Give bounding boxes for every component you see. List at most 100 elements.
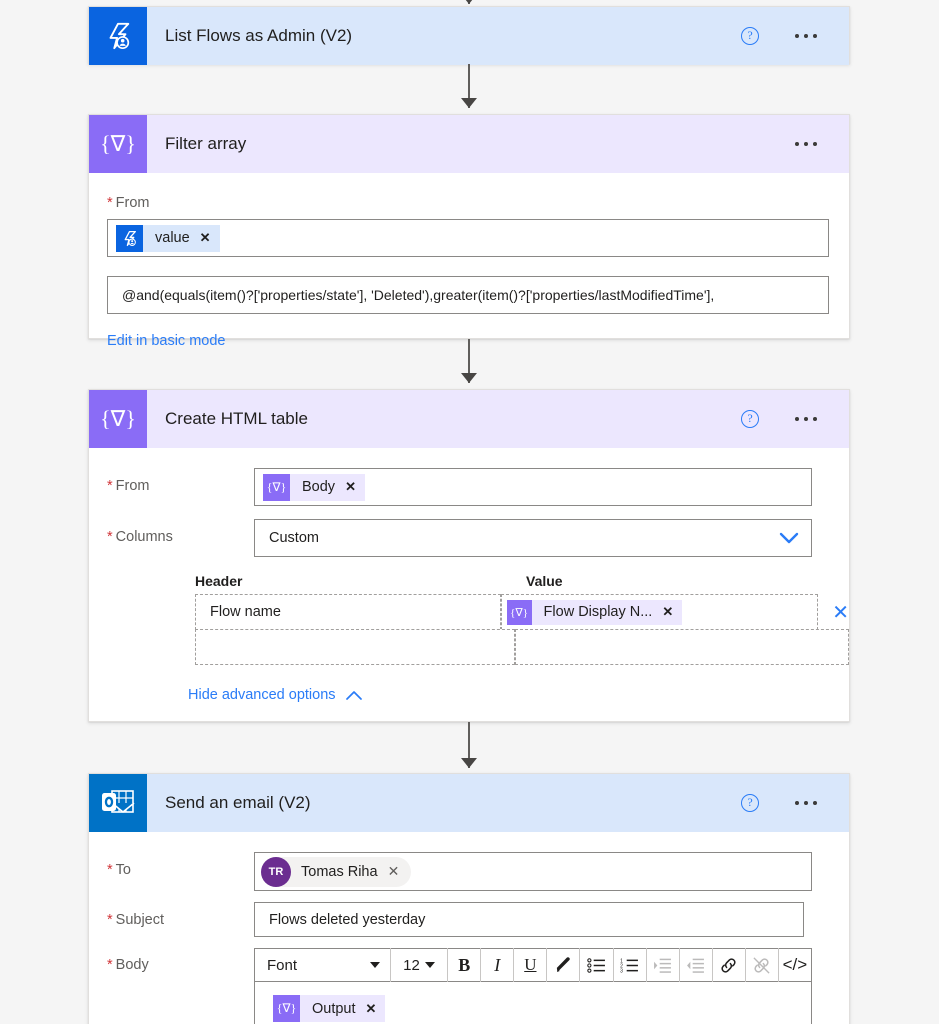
more-options-icon[interactable] [795, 142, 817, 146]
card-body: * From value ✕ @and(equals(item()?['prop… [89, 173, 849, 350]
card-title: List Flows as Admin (V2) [165, 26, 353, 45]
power-automate-admin-icon [116, 224, 143, 252]
body-rich-text-editor[interactable]: Font 12 B I U 1 2 3 </> {∇} Output ✕ [254, 948, 812, 1024]
to-field-label: * To [107, 862, 131, 878]
token-label: Output [312, 1000, 356, 1017]
subject-field-label: * Subject [107, 912, 165, 928]
more-options-icon[interactable] [795, 801, 817, 805]
required-asterisk: * [107, 862, 113, 878]
token-label: Body [302, 479, 336, 495]
card-header[interactable]: Send an email (V2) ? [89, 774, 849, 832]
connector-arrow-1 [461, 64, 477, 108]
card-title: Create HTML table [165, 409, 308, 428]
header-column-label: Header [195, 573, 243, 589]
font-family-dropdown[interactable]: Font [255, 948, 390, 982]
rich-text-toolbar: Font 12 B I U 1 2 3 </> [254, 948, 812, 982]
recipient-name: Tomas Riha [301, 863, 378, 880]
card-header-actions: ? [741, 7, 849, 65]
required-asterisk: * [107, 912, 113, 928]
token-label: value [155, 230, 190, 246]
header-cell-input[interactable] [195, 629, 516, 665]
flow-designer-canvas: List Flows as Admin (V2) ? {∇} Filter ar… [0, 0, 939, 1024]
to-input[interactable]: TR Tomas Riha ✕ [254, 852, 812, 891]
step-card-create-html-table[interactable]: {∇} Create HTML table ? * From {∇} Body … [88, 389, 850, 722]
bulleted-list-icon[interactable] [580, 948, 612, 982]
value-cell-input[interactable]: {∇} Flow Display N... ✕ [500, 594, 819, 630]
step-card-filter-array[interactable]: {∇} Filter array * From value ✕ @and(equ… [88, 114, 850, 349]
columns-grid-labels: Header Value [195, 573, 849, 589]
token-flow-display-name[interactable]: {∇} Flow Display N... ✕ [506, 599, 683, 626]
delete-column-row-icon[interactable]: ✕ [832, 600, 849, 625]
subject-value: Flows deleted yesterday [269, 911, 426, 928]
columns-grid-row-empty [195, 629, 849, 665]
filter-expression-input[interactable]: @and(equals(item()?['properties/state'],… [107, 276, 829, 314]
columns-grid-row: Flow name {∇} Flow Display N... ✕ ✕ [195, 594, 849, 630]
required-asterisk: * [107, 195, 113, 211]
header-cell-text: Flow name [210, 604, 281, 620]
outlook-icon [89, 774, 147, 832]
chevron-down-icon[interactable] [767, 532, 811, 544]
chevron-down-icon [369, 962, 380, 968]
card-header[interactable]: {∇} Filter array [89, 115, 849, 173]
underline-button[interactable]: U [514, 948, 546, 982]
remove-token-icon[interactable]: ✕ [662, 604, 673, 620]
columns-field-label: * Columns [107, 529, 173, 545]
card-header-actions: ? [741, 774, 849, 832]
data-operations-glyph: {∇} [100, 406, 136, 431]
token-output[interactable]: {∇} Output ✕ [273, 995, 386, 1022]
body-field-label: * Body [107, 957, 149, 973]
help-icon[interactable]: ? [741, 27, 759, 45]
from-input[interactable]: {∇} Body ✕ [254, 468, 812, 506]
from-input[interactable]: value ✕ [107, 219, 829, 257]
data-operations-icon: {∇} [273, 995, 300, 1022]
card-header-actions [795, 115, 849, 173]
card-header-actions: ? [741, 390, 849, 448]
connector-arrow-top [461, 0, 477, 4]
more-options-icon[interactable] [795, 34, 817, 38]
font-family-value: Font [267, 956, 298, 974]
data-operations-icon: {∇} [506, 599, 532, 625]
subject-input[interactable]: Flows deleted yesterday [254, 902, 804, 937]
from-field-label: * From [107, 478, 150, 494]
body-editor-canvas[interactable]: {∇} Output ✕ [254, 982, 812, 1024]
chevron-down-icon [424, 962, 435, 968]
token-value[interactable]: value ✕ [116, 224, 220, 252]
value-cell-input[interactable] [515, 629, 849, 665]
edit-in-basic-mode-link[interactable]: Edit in basic mode [107, 333, 225, 349]
more-options-icon[interactable] [795, 417, 817, 421]
recipient-chip[interactable]: TR Tomas Riha ✕ [261, 856, 412, 887]
card-header[interactable]: {∇} Create HTML table ? [89, 390, 849, 448]
code-view-icon[interactable]: </> [779, 948, 811, 982]
data-operations-icon: {∇} [89, 115, 147, 173]
remove-token-icon[interactable]: ✕ [345, 479, 356, 495]
card-body: * To TR Tomas Riha ✕ * Subject Flows delet… [89, 852, 849, 1024]
step-card-list-flows-as-admin[interactable]: List Flows as Admin (V2) ? [88, 6, 850, 65]
card-body: * From {∇} Body ✕ * Columns Custom Heade… [89, 468, 849, 704]
token-label: Flow Display N... [543, 604, 653, 620]
data-operations-icon: {∇} [263, 473, 290, 501]
step-card-send-an-email[interactable]: Send an email (V2) ? * To TR Tomas Riha ✕ [88, 773, 850, 1024]
text-highlight-icon[interactable] [547, 948, 579, 982]
value-column-label: Value [526, 573, 563, 589]
help-icon[interactable]: ? [741, 410, 759, 428]
header-cell-input[interactable]: Flow name [195, 594, 501, 630]
indent-increase-icon[interactable] [647, 948, 679, 982]
font-size-dropdown[interactable]: 12 [391, 948, 447, 982]
card-header[interactable]: List Flows as Admin (V2) ? [89, 7, 849, 65]
chevron-up-icon [345, 690, 362, 700]
connector-arrow-3 [461, 722, 477, 768]
columns-dropdown[interactable]: Custom [254, 519, 812, 557]
remove-recipient-icon[interactable]: ✕ [388, 863, 400, 880]
italic-button[interactable]: I [481, 948, 513, 982]
required-asterisk: * [107, 957, 113, 973]
avatar: TR [261, 856, 291, 887]
numbered-list-icon[interactable]: 1 2 3 [614, 948, 646, 982]
help-icon[interactable]: ? [741, 794, 759, 812]
bold-button[interactable]: B [448, 948, 480, 982]
hide-advanced-options-link[interactable]: Hide advanced options [188, 687, 362, 703]
remove-token-icon[interactable]: ✕ [366, 1001, 377, 1017]
insert-link-icon[interactable] [713, 948, 745, 982]
remove-token-icon[interactable]: ✕ [200, 230, 211, 246]
indent-decrease-icon[interactable] [680, 948, 712, 982]
token-body[interactable]: {∇} Body ✕ [263, 473, 365, 501]
